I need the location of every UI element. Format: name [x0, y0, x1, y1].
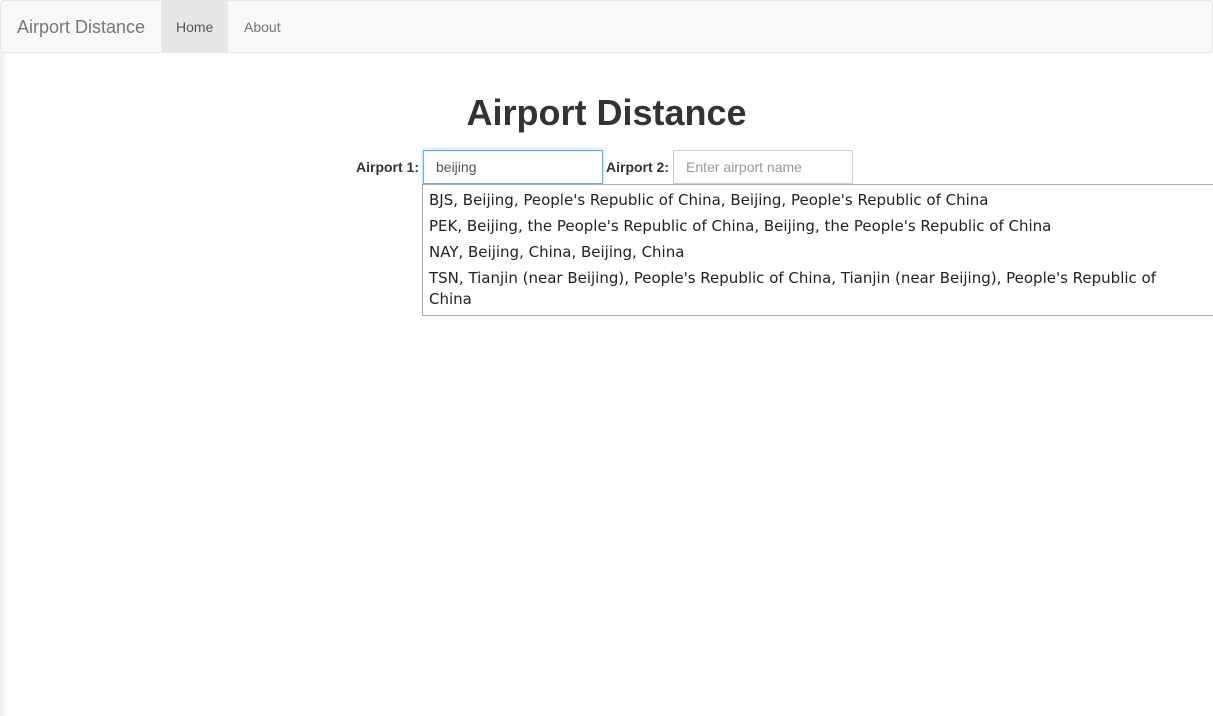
autocomplete-suggestion[interactable]: NAY, Beijing, China, Beijing, China [423, 240, 1213, 266]
page-edge-shadow [0, 52, 8, 716]
navbar-brand[interactable]: Airport Distance [17, 1, 145, 53]
autocomplete-suggestion[interactable]: BJS, Beijing, People's Republic of China… [423, 188, 1213, 214]
nav-item-home[interactable]: Home [161, 1, 228, 52]
autocomplete-dropdown: BJS, Beijing, People's Republic of China… [422, 184, 1213, 316]
navbar: Airport Distance Home About [0, 0, 1213, 53]
page-title: Airport Distance [466, 92, 747, 133]
airport2-label: Airport 2: [606, 159, 669, 175]
airport1-label: Airport 1: [356, 159, 419, 175]
airport1-input[interactable] [423, 150, 603, 184]
nav-item-about[interactable]: About [229, 1, 296, 52]
airport2-input[interactable] [673, 150, 853, 184]
autocomplete-suggestion[interactable]: TSN, Tianjin (near Beijing), People's Re… [423, 266, 1213, 313]
autocomplete-suggestion[interactable]: PEK, Beijing, the People's Republic of C… [423, 214, 1213, 240]
